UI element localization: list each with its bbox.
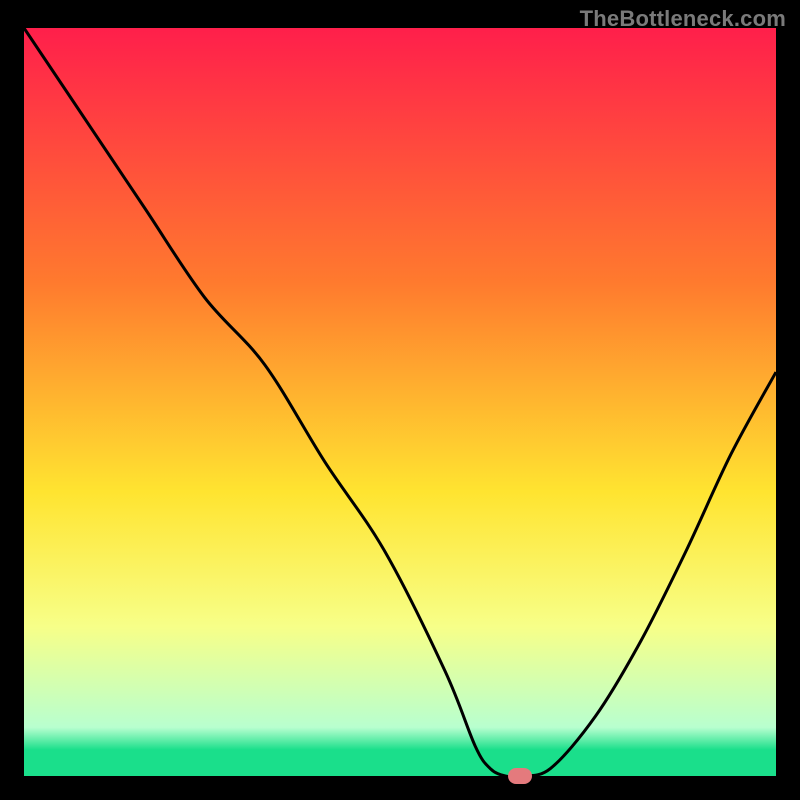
- watermark-label: TheBottleneck.com: [580, 6, 786, 32]
- chart-frame: TheBottleneck.com: [0, 0, 800, 800]
- optimal-marker: [508, 768, 532, 784]
- bottleneck-plot: [24, 28, 776, 776]
- plot-area: [24, 28, 776, 776]
- gradient-background: [24, 28, 776, 776]
